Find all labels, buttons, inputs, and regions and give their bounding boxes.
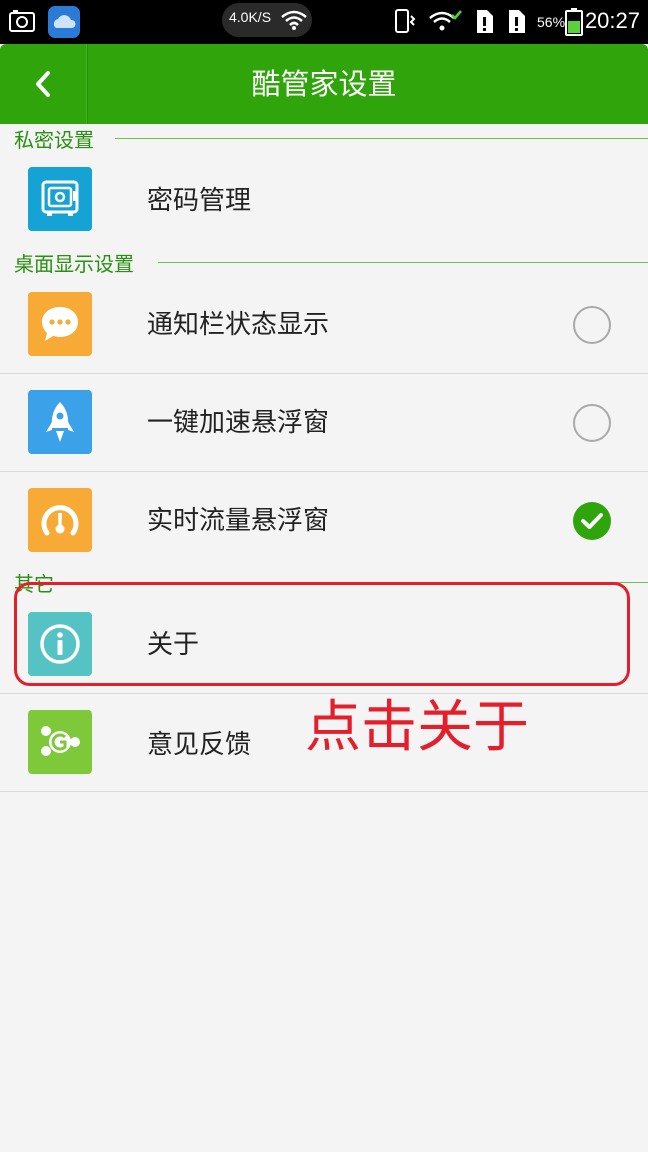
vibrate-icon: [395, 9, 416, 33]
clock: 20:27: [584, 8, 640, 33]
annotation-highlight-box: [14, 582, 630, 686]
row-label: 通知栏状态显示: [147, 310, 330, 340]
row-traffic-float-window[interactable]: 实时流量悬浮窗: [0, 472, 648, 570]
wifi-check-icon: [429, 10, 462, 31]
row-speedup-float-window[interactable]: 一键加速悬浮窗: [0, 374, 648, 472]
notification-status-checkbox[interactable]: [573, 306, 611, 344]
chat-bubble-icon: [42, 307, 78, 341]
safe-icon-tile: [28, 167, 92, 231]
section-divider: [158, 262, 648, 263]
row-label: 一键加速悬浮窗: [147, 408, 330, 438]
speedup-float-checkbox[interactable]: [573, 404, 611, 442]
status-bar: 4.0K/S 56% 20:27: [0, 0, 648, 44]
header-separator: [86, 44, 87, 124]
page-title: 酷管家设置: [251, 67, 397, 101]
section-label-desktop-display: 桌面显示设置: [14, 252, 134, 276]
screenshot-icon: [9, 10, 35, 32]
chat-bubble-icon-tile: [28, 292, 92, 356]
gauge-icon: [41, 505, 79, 536]
chevron-left-icon: [36, 71, 50, 97]
row-divider: [0, 791, 648, 792]
rocket-icon: [46, 402, 74, 442]
battery-icon: [565, 8, 583, 36]
gauge-icon-tile: [28, 488, 92, 552]
traffic-float-checkbox[interactable]: [573, 502, 611, 540]
wifi-icon: [281, 10, 307, 30]
row-notification-status[interactable]: 通知栏状态显示: [0, 276, 648, 374]
row-label: 实时流量悬浮窗: [147, 506, 330, 536]
safe-icon: [41, 180, 79, 216]
back-button[interactable]: [0, 44, 86, 124]
sim1-icon: [477, 10, 493, 33]
feedback-icon: [41, 726, 80, 756]
row-label: 意见反馈: [147, 730, 252, 760]
weather-app-icon: [48, 6, 80, 38]
app-header: 酷管家设置: [0, 44, 648, 124]
annotation-text: 点击关于: [305, 695, 529, 760]
row-password-management[interactable]: 密码管理: [0, 150, 648, 248]
sim2-icon: [509, 10, 525, 33]
rocket-icon-tile: [28, 390, 92, 454]
feedback-icon-tile: [28, 710, 92, 774]
network-speed-text: 4.0K/S: [229, 9, 272, 25]
battery-percent: 56%: [537, 14, 566, 30]
section-divider: [115, 138, 648, 139]
row-label: 密码管理: [147, 186, 252, 216]
checkmark-icon: [581, 513, 603, 529]
